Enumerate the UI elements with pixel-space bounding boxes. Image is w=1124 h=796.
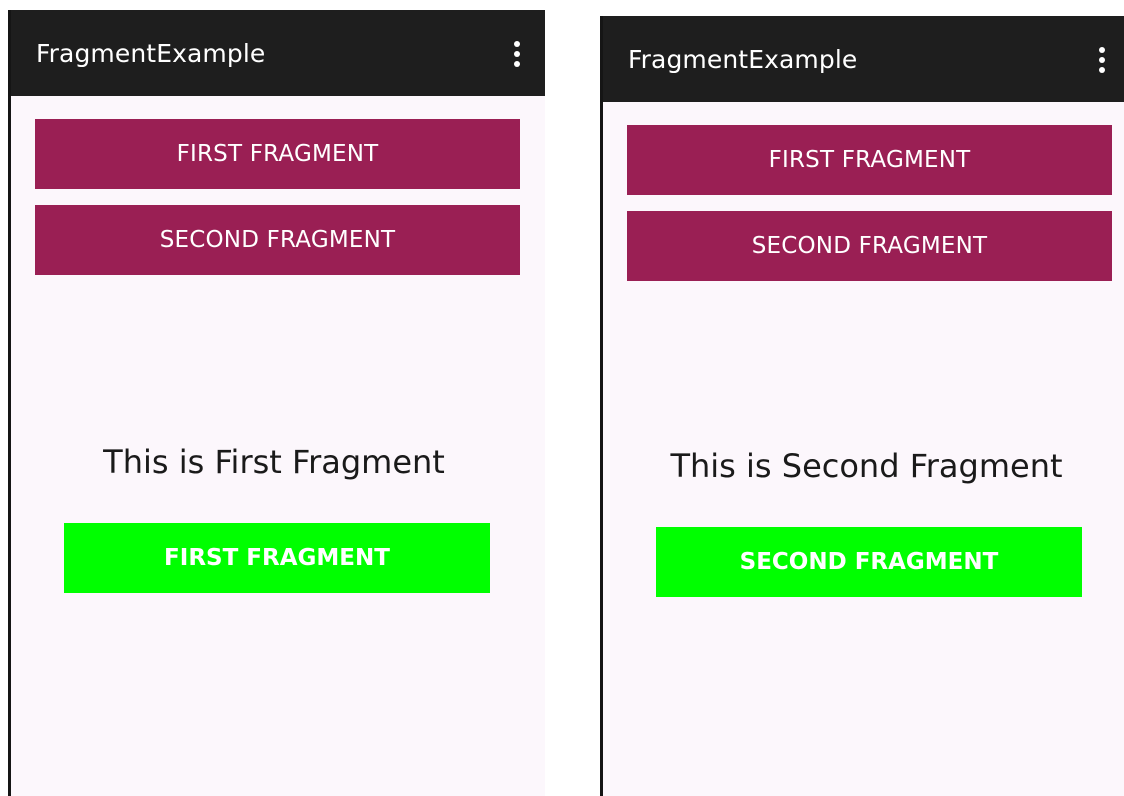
phone-screen-first-fragment: FragmentExample FIRST FRAGMENT SECOND FR…: [8, 10, 545, 796]
second-fragment-button[interactable]: SECOND FRAGMENT: [627, 211, 1112, 281]
app-title: FragmentExample: [36, 39, 266, 68]
app-title: FragmentExample: [628, 45, 858, 74]
first-fragment-button[interactable]: FIRST FRAGMENT: [627, 125, 1112, 195]
action-bar: FragmentExample: [11, 10, 545, 96]
first-fragment-button[interactable]: FIRST FRAGMENT: [35, 119, 520, 189]
action-bar: FragmentExample: [603, 16, 1124, 102]
second-fragment-button[interactable]: SECOND FRAGMENT: [35, 205, 520, 275]
phone-screen-second-fragment: FragmentExample FIRST FRAGMENT SECOND FR…: [600, 16, 1124, 796]
overflow-menu-icon[interactable]: [513, 40, 521, 70]
fragment-text: This is Second Fragment: [670, 447, 1063, 485]
fragment-action-button[interactable]: FIRST FRAGMENT: [64, 523, 490, 593]
overflow-menu-icon[interactable]: [1098, 46, 1106, 76]
fragment-action-button[interactable]: SECOND FRAGMENT: [656, 527, 1082, 597]
fragment-text: This is First Fragment: [103, 443, 445, 481]
